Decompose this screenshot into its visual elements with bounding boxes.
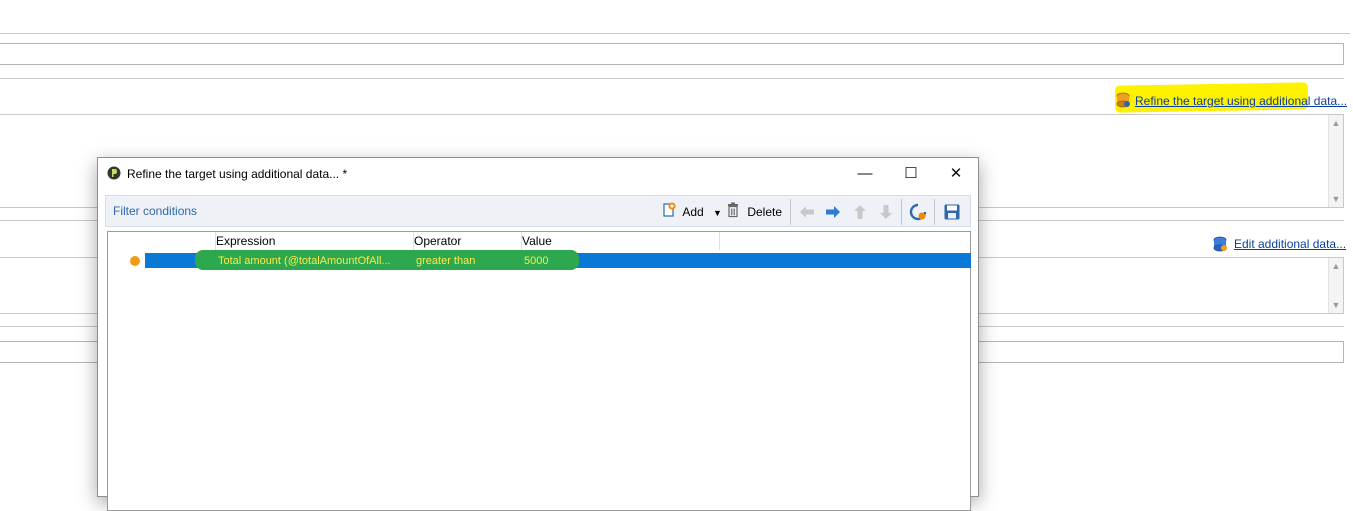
save-icon[interactable]: [943, 203, 961, 224]
refine-target-dialog: Refine the target using additional data.…: [97, 157, 979, 511]
add-button[interactable]: Add ▼: [661, 202, 722, 222]
scroll-up-icon[interactable]: ▲: [1329, 117, 1343, 129]
column-separator: [719, 232, 720, 250]
delete-icon: [726, 202, 740, 224]
vertical-scrollbar[interactable]: ▲ ▼: [1328, 115, 1343, 207]
database-icon: [1213, 236, 1227, 255]
divider: [0, 78, 1344, 79]
operator-cell[interactable]: greater than: [416, 255, 475, 267]
add-icon: [661, 202, 677, 224]
column-header-value[interactable]: Value: [522, 234, 552, 248]
top-input-field[interactable]: [0, 43, 1344, 65]
refine-target-link[interactable]: Refine the target using additional data.…: [1135, 94, 1347, 108]
dialog-app-icon: [107, 166, 121, 183]
chevron-down-icon[interactable]: ▼: [713, 208, 722, 218]
toolbar-separator: [901, 199, 902, 225]
column-header-operator[interactable]: Operator: [414, 234, 461, 248]
toolbar-separator: [934, 199, 935, 225]
edit-additional-data-link[interactable]: Edit additional data...: [1234, 237, 1346, 251]
add-label: Add: [682, 205, 704, 220]
close-button[interactable]: ✕: [933, 158, 979, 189]
arrow-up-icon[interactable]: [851, 203, 869, 224]
arrow-left-icon[interactable]: [798, 203, 816, 224]
delete-label: Delete: [747, 205, 783, 220]
dialog-title: Refine the target using additional data.…: [127, 167, 348, 181]
scroll-down-icon[interactable]: ▼: [1329, 299, 1343, 311]
toolbar-title: Filter conditions: [113, 204, 198, 218]
delete-button[interactable]: Delete: [726, 202, 782, 222]
refresh-icon[interactable]: [909, 203, 927, 224]
conditions-grid: Expression Operator Value Total amount (…: [107, 231, 971, 511]
minimize-button[interactable]: —: [842, 158, 888, 189]
column-header-expression[interactable]: Expression: [216, 234, 275, 248]
status-dot-icon: [129, 255, 141, 267]
scroll-down-icon[interactable]: ▼: [1329, 193, 1343, 205]
scroll-up-icon[interactable]: ▲: [1329, 260, 1343, 272]
divider: [0, 33, 1350, 34]
expression-cell[interactable]: Total amount (@totalAmountOfAll...: [218, 255, 391, 267]
dialog-titlebar[interactable]: Refine the target using additional data.…: [98, 158, 978, 189]
maximize-button[interactable]: ☐: [888, 158, 934, 189]
database-icon: [1116, 92, 1130, 111]
arrow-down-icon[interactable]: [877, 203, 895, 224]
toolbar-separator: [790, 199, 791, 225]
arrow-right-icon[interactable]: [824, 203, 842, 224]
value-cell[interactable]: 5000: [524, 255, 548, 267]
vertical-scrollbar[interactable]: ▲ ▼: [1328, 258, 1343, 313]
filter-toolbar: Filter conditions Add ▼ Delete: [105, 195, 971, 227]
